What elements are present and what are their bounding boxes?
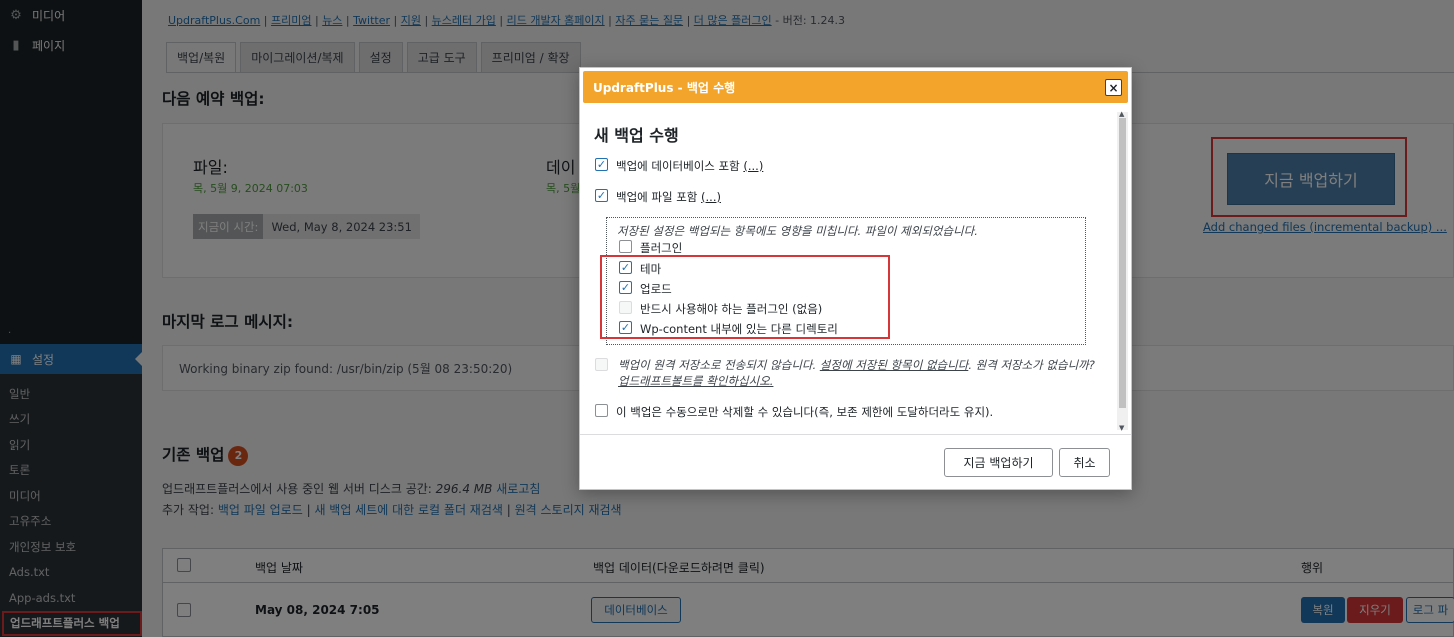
database-options-link[interactable]: (...) xyxy=(743,159,763,173)
remote-storage-warning: 백업이 원격 저장소로 전송되지 않습니다. 설정에 저장된 항목이 없습니다.… xyxy=(618,357,1098,389)
remote-send-checkbox[interactable] xyxy=(595,358,608,371)
manual-delete-checkbox[interactable] xyxy=(595,404,608,417)
include-files-checkbox[interactable]: ✓ xyxy=(595,189,608,202)
include-files-text: 백업에 파일 포함 xyxy=(616,190,698,204)
include-database-text: 백업에 데이터베이스 포함 xyxy=(616,159,740,173)
include-files-label: 백업에 파일 포함 (...) xyxy=(616,189,721,205)
scroll-down-icon[interactable]: ▼ xyxy=(1119,424,1124,432)
include-database-label: 백업에 데이터베이스 포함 (...) xyxy=(616,158,763,174)
warning-text-a: 백업이 원격 저장소로 전송되지 않습니다. xyxy=(618,358,820,372)
selection-highlight xyxy=(600,255,890,339)
close-icon[interactable]: × xyxy=(1105,79,1122,96)
dialog-cancel-button[interactable]: 취소 xyxy=(1059,448,1110,477)
backup-now-dialog: UpdraftPlus - 백업 수행 × 새 백업 수행 ✓ 백업에 데이터베… xyxy=(579,67,1132,490)
scrollbar-thumb[interactable] xyxy=(1119,118,1126,408)
dialog-titlebar: UpdraftPlus - 백업 수행 × xyxy=(583,71,1128,103)
dialog-body: 새 백업 수행 ✓ 백업에 데이터베이스 포함 (...) ✓ 백업에 파일 포… xyxy=(580,106,1117,432)
scroll-up-icon[interactable]: ▲ xyxy=(1119,110,1124,118)
dialog-heading: 새 백업 수행 xyxy=(594,126,679,145)
files-options-link[interactable]: (...) xyxy=(701,190,721,204)
settings-note: 저장된 설정은 백업되는 항목에도 영향을 미칩니다. 파일이 제외되었습니다. xyxy=(617,224,978,238)
include-database-checkbox[interactable]: ✓ xyxy=(595,158,608,171)
manual-delete-label: 이 백업은 수동으로만 삭제할 수 있습니다(즉, 보존 제한에 도달하더라도 … xyxy=(616,405,994,419)
dialog-title: UpdraftPlus - 백업 수행 xyxy=(593,80,736,95)
warning-text-b: . 원격 저장소가 없습니까? xyxy=(968,358,1095,372)
plugins-checkbox[interactable] xyxy=(619,240,632,253)
dialog-backup-now-button[interactable]: 지금 백업하기 xyxy=(944,448,1053,477)
plugins-label: 플러그인 xyxy=(640,241,683,255)
dialog-scrollbar[interactable]: ▲ ▼ xyxy=(1117,110,1128,432)
updraftvault-link[interactable]: 업드래프트볼트를 확인하십시오. xyxy=(618,374,773,388)
settings-saved-link[interactable]: 설정에 저장된 항목이 없습니다 xyxy=(820,358,969,372)
dialog-footer: 지금 백업하기 취소 xyxy=(580,434,1131,489)
